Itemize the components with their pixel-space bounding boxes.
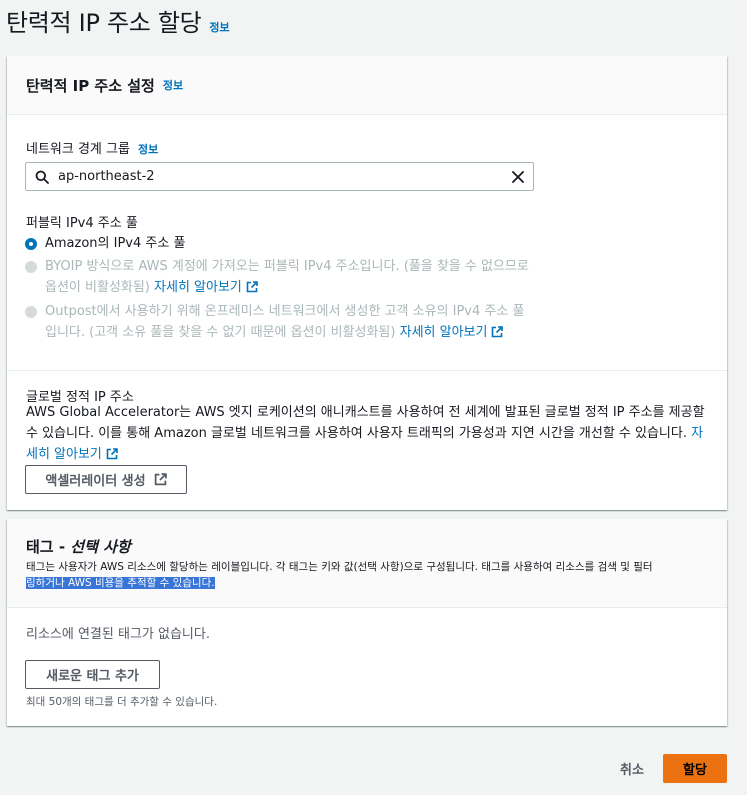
tags-panel-title: 태그 - 선택 사항 [26, 536, 708, 557]
settings-info-link[interactable]: 정보 [163, 77, 183, 93]
network-border-group-info-link[interactable]: 정보 [138, 141, 158, 157]
network-border-group-label: 네트워크 경계 그룹 [26, 142, 130, 157]
tags-description-highlight: 링하거나 AWS 비용을 추적할 수 있습니다. [26, 577, 215, 589]
pool-option-amazon[interactable]: Amazon의 IPv4 주소 풀 [25, 233, 185, 254]
page-title: 탄력적 IP 주소 할당 [6, 9, 202, 37]
external-link-icon [154, 473, 167, 486]
pool-option-byoip[interactable]: BYOIP 방식으로 AWS 계정에 가져오는 퍼블릭 IPv4 주소입니다. … [25, 256, 535, 298]
radio-selected[interactable] [25, 238, 37, 250]
pool-option-outpost[interactable]: Outpost에서 사용하기 위해 온프레미스 네트워크에서 생성한 고객 소유… [25, 301, 535, 343]
network-border-group-input[interactable] [58, 163, 503, 190]
search-icon [26, 170, 58, 184]
tags-description: 태그는 사용자가 AWS 리소스에 할당하는 레이블입니다. 각 태그는 키와 … [26, 559, 716, 591]
external-link-icon [106, 448, 118, 460]
page-header: 탄력적 IP 주소 할당 정보 [6, 3, 230, 38]
add-tag-button[interactable]: 새로운 태그 추가 [25, 660, 160, 689]
network-border-group-label-row: 네트워크 경계 그룹 정보 [26, 138, 158, 157]
settings-panel-header: 탄력적 IP 주소 설정 정보 [7, 56, 727, 115]
clear-icon[interactable] [503, 170, 533, 183]
pool-option-amazon-label: Amazon의 IPv4 주소 풀 [45, 236, 186, 251]
radio-disabled[interactable] [25, 261, 37, 273]
radio-disabled[interactable] [25, 306, 37, 318]
pool-option-byoip-text: BYOIP 방식으로 AWS 계정에 가져오는 퍼블릭 IPv4 주소입니다. … [45, 259, 529, 295]
global-static-ip-text: AWS Global Accelerator는 AWS 엣지 로케이션의 애니캐… [26, 405, 705, 441]
external-link-icon [246, 281, 258, 293]
public-ipv4-pool-label: 퍼블릭 IPv4 주소 풀 [26, 216, 138, 231]
no-tags-text: 리소스에 연결된 태그가 없습니다. [26, 627, 210, 642]
tags-title-optional: 선택 사항 [70, 538, 131, 556]
network-border-group-search[interactable] [25, 162, 534, 191]
pool-option-outpost-label: Outpost에서 사용하기 위해 온프레미스 네트워크에서 생성한 고객 소유… [45, 301, 535, 343]
tags-panel-header: 태그 - 선택 사항 태그는 사용자가 AWS 리소스에 할당하는 레이블입니다… [7, 519, 727, 608]
tag-limit-text: 최대 50개의 태그를 더 추가할 수 있습니다. [26, 696, 218, 708]
outpost-learn-more-text: 자세히 알아보기 [399, 325, 488, 340]
external-link-icon [492, 326, 504, 338]
tags-title-text: 태그 - [26, 538, 71, 556]
settings-panel: 탄력적 IP 주소 설정 정보 네트워크 경계 그룹 정보 퍼블릭 IPv4 주… [7, 56, 727, 510]
outpost-learn-more-link[interactable]: 자세히 알아보기 [400, 325, 504, 340]
tags-panel: 태그 - 선택 사항 태그는 사용자가 AWS 리소스에 할당하는 레이블입니다… [7, 519, 727, 726]
byoip-learn-more-link[interactable]: 자세히 알아보기 [154, 280, 258, 295]
section-divider [7, 370, 727, 371]
cancel-button[interactable]: 취소 [608, 754, 656, 783]
global-static-ip-description: AWS Global Accelerator는 AWS 엣지 로케이션의 애니캐… [26, 402, 706, 465]
pool-option-byoip-label: BYOIP 방식으로 AWS 계정에 가져오는 퍼블릭 IPv4 주소입니다. … [45, 256, 535, 298]
allocate-button[interactable]: 할당 [663, 754, 727, 783]
tags-description-text: 태그는 사용자가 AWS 리소스에 할당하는 레이블입니다. 각 태그는 키와 … [26, 561, 653, 573]
create-accelerator-button[interactable]: 액셀러레이터 생성 [25, 465, 187, 494]
settings-panel-title: 탄력적 IP 주소 설정 [26, 76, 155, 95]
byoip-learn-more-text: 자세히 알아보기 [154, 280, 242, 295]
create-accelerator-label: 액셀러레이터 생성 [45, 474, 146, 489]
page-info-link[interactable]: 정보 [209, 19, 229, 35]
